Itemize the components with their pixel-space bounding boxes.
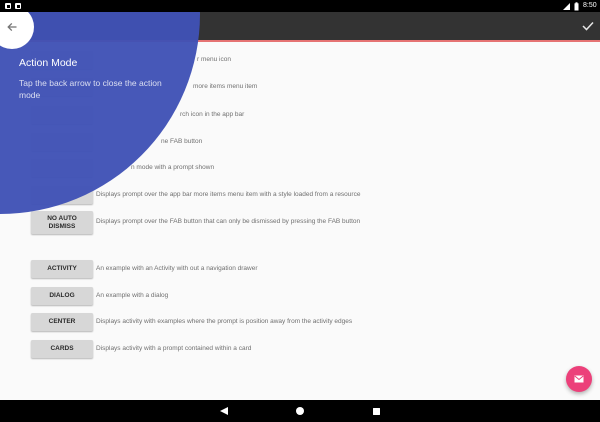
example-description: rch icon in the app bar	[180, 111, 245, 118]
activity-button[interactable]: ACTIVITY	[31, 260, 93, 278]
example-description: n mode with a prompt shown	[131, 164, 215, 171]
cards-button[interactable]: CARDS	[31, 340, 93, 358]
center-description: Displays activity with examples where th…	[96, 318, 353, 325]
status-time: 8:50	[583, 2, 597, 9]
home-icon[interactable]	[296, 407, 304, 415]
example-description: r menu icon	[197, 56, 231, 63]
back-arrow-icon	[7, 22, 17, 32]
notification-icon	[5, 3, 11, 9]
no-auto-dismiss-button[interactable]: NO AUTO DISMISS	[31, 211, 93, 234]
signal-icon	[563, 3, 570, 10]
example-description: more items menu item	[193, 83, 258, 90]
battery-icon	[574, 2, 579, 11]
status-bar: 8:50	[0, 0, 600, 12]
back-icon[interactable]	[219, 406, 229, 416]
check-icon[interactable]	[582, 21, 594, 31]
example-description: Displays prompt over the FAB button that…	[96, 218, 361, 225]
example-description: ne FAB button	[161, 138, 203, 145]
screen: r menu icon more items menu item rch ico…	[0, 0, 600, 422]
dialog-description: An example with a dialog	[96, 292, 169, 299]
notification-icon	[15, 3, 21, 9]
cards-description: Displays activity with a prompt containe…	[96, 345, 252, 352]
prompt-title: Action Mode	[19, 57, 78, 69]
email-icon	[574, 375, 584, 383]
navigation-bar	[0, 400, 600, 422]
email-fab-button[interactable]	[566, 366, 592, 392]
dialog-button[interactable]: DIALOG	[31, 287, 93, 305]
prompt-text: Tap the back arrow to close the action m…	[19, 78, 162, 100]
center-button[interactable]: CENTER	[31, 313, 93, 331]
recents-icon[interactable]	[372, 407, 380, 415]
activity-description: An example with an Activity with out a n…	[96, 265, 258, 272]
example-description: Displays prompt over the app bar more it…	[96, 191, 361, 198]
